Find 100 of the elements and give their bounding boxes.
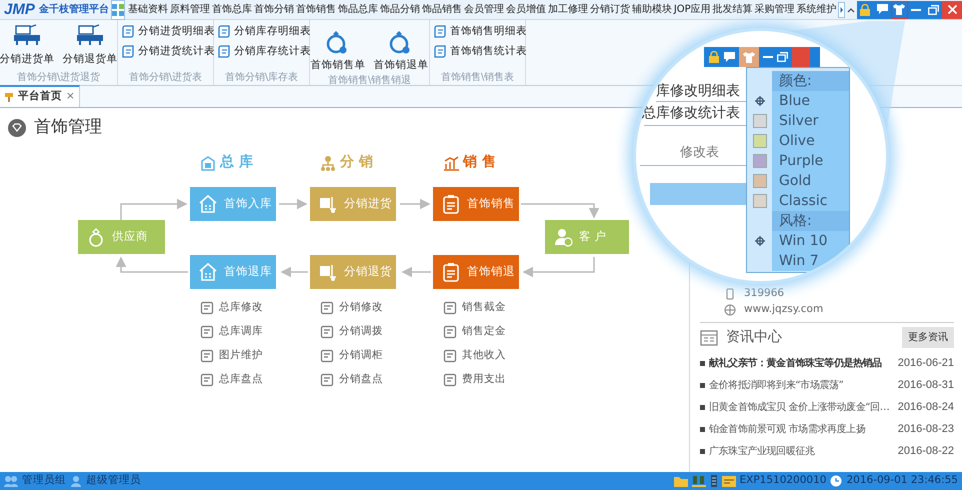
function-link[interactable]: 总库修改	[200, 300, 263, 316]
tab[interactable]: 平台首页 ×	[0, 85, 80, 107]
flow-node[interactable]: 首饰销售	[433, 187, 519, 221]
brand-name: 金千枝管理平台	[38, 2, 109, 17]
ribbon-button[interactable]: 分销库存统计表	[218, 44, 311, 60]
conveyor-icon	[76, 24, 104, 48]
shirt-icon	[743, 52, 755, 62]
menu-item[interactable]: 加工修理	[546, 0, 589, 20]
scroll-right-icon[interactable]	[838, 2, 845, 18]
function-link[interactable]: 费用支出	[443, 372, 506, 388]
chat-button[interactable]	[874, 0, 891, 18]
close-tab-button[interactable]: ×	[66, 89, 75, 105]
menu-item[interactable]: 分销订货	[588, 0, 631, 20]
menu-item[interactable]: 首饰总库	[210, 0, 253, 20]
group-label: 首饰销售\销售表	[440, 71, 516, 85]
lock-button[interactable]	[856, 0, 874, 18]
person-icon	[553, 227, 573, 247]
menu-item[interactable]: 饰品分销	[378, 0, 421, 20]
function-link[interactable]: 总库盘点	[200, 372, 263, 388]
news-link[interactable]: 金价将抵消即将到来“市场震荡”	[709, 378, 894, 392]
pin-icon	[4, 92, 14, 102]
menu-item[interactable]: 首饰销售	[294, 0, 337, 20]
menu-item[interactable]: 饰品销售	[420, 0, 463, 20]
document-icon	[443, 300, 457, 315]
menu-item[interactable]: JOP应用	[672, 0, 712, 20]
document-icon	[443, 348, 457, 363]
menu-item[interactable]: 辅助模块	[630, 0, 673, 20]
function-link[interactable]: 销售定金	[443, 324, 506, 340]
bullet-icon	[700, 382, 705, 388]
grid-icon	[112, 4, 124, 16]
clock-time: 2016-09-01 23:46:55	[846, 473, 958, 488]
function-link[interactable]: 分销调拨	[320, 324, 383, 340]
news-date: 2016-06-21	[898, 356, 954, 371]
news-date: 2016-08-22	[898, 444, 954, 459]
news-link[interactable]: 旧黄金首饰成宝贝 金价上涨带动废金“回…	[709, 400, 894, 414]
ribbon-button[interactable]: 分销进货明细表	[122, 24, 215, 40]
menu-item[interactable]: 系统维护	[796, 0, 838, 20]
restore-icon	[928, 4, 939, 14]
lock-icon	[859, 4, 872, 16]
close-button[interactable]	[942, 0, 962, 18]
contact-text: www.jqzsy.com	[744, 302, 824, 318]
shirt-button[interactable]	[890, 0, 908, 18]
menu-item[interactable]: 首饰分销	[252, 0, 295, 20]
ribbon-button[interactable]: 首饰销退单	[374, 24, 428, 74]
menu-item[interactable]: 基础资料	[126, 0, 169, 20]
menu-item[interactable]: 会员增值	[504, 0, 547, 20]
ribbon-button[interactable]: 首饰销售单	[310, 24, 366, 74]
ribbon-button[interactable]: 分销库存明细表	[218, 24, 311, 40]
app-grid-button[interactable]	[110, 0, 125, 20]
network-icon	[692, 475, 706, 487]
connector-arrow	[120, 198, 188, 220]
document-icon	[443, 372, 457, 387]
news-link[interactable]: 献礼父亲节：黄金首饰珠宝等仍是热销品	[709, 356, 894, 370]
restore-button[interactable]	[924, 0, 942, 18]
news-link[interactable]: 铂金首饰前景可观 市场需求再度上扬	[709, 422, 894, 436]
bullet-icon	[700, 448, 705, 454]
connector-arrow	[400, 198, 430, 210]
menu-item[interactable]: 批发结算	[712, 0, 754, 20]
function-link[interactable]: 分销调柜	[320, 348, 383, 364]
ring-icon	[86, 227, 106, 247]
user-group: 管理员组	[22, 473, 66, 489]
user-icon	[70, 475, 82, 487]
globe-icon	[724, 304, 736, 316]
function-link[interactable]: 销售截金	[443, 300, 506, 316]
report-icon	[122, 25, 134, 38]
ribbon-button[interactable]: 分销进货统计表	[122, 44, 215, 60]
news-heading: 资讯中心	[726, 328, 783, 347]
function-link[interactable]: 其他收入	[443, 348, 506, 364]
report-link[interactable]: 库修改明细表	[656, 81, 740, 102]
document-icon	[200, 348, 214, 363]
card-icon	[722, 476, 736, 486]
more-news-button[interactable]: 更多资讯	[902, 327, 954, 348]
news-link[interactable]: 广东珠宝产业现回暖征兆	[709, 444, 894, 458]
report-icon	[218, 25, 230, 38]
news-icon	[700, 330, 718, 346]
lock-icon	[708, 51, 720, 63]
connector-arrow	[402, 266, 431, 278]
function-link[interactable]: 总库调库	[200, 324, 263, 340]
restore-icon	[777, 52, 788, 62]
function-link[interactable]: 分销盘点	[320, 372, 383, 388]
menu-item[interactable]: 采购管理	[754, 0, 796, 20]
menu-item[interactable]: 原料管理	[168, 0, 211, 20]
phone-icon	[724, 288, 736, 300]
ribbon-button[interactable]: 首饰销售统计表	[434, 44, 527, 60]
function-link[interactable]: 分销修改	[320, 300, 383, 316]
minimize-button[interactable]	[908, 0, 925, 18]
ribbon-button[interactable]: 首饰销售明细表	[434, 24, 527, 40]
ribbon-button[interactable]: 分销退货单	[62, 24, 118, 71]
document-icon	[443, 324, 457, 339]
menu-item[interactable]: 会员管理	[462, 0, 505, 20]
connector-arrow	[280, 266, 308, 278]
chat-icon	[876, 4, 888, 15]
menu-item[interactable]: 饰品总库	[336, 0, 379, 20]
news-date: 2016-08-23	[898, 422, 954, 437]
shirt-button[interactable]	[739, 47, 759, 67]
minimize-icon	[911, 8, 922, 10]
function-link[interactable]: 图片维护	[200, 348, 263, 364]
flow-node[interactable]: 首饰销退	[433, 255, 519, 289]
report-link[interactable]: 总库修改统计表	[642, 103, 740, 124]
hand-truck-icon	[318, 194, 338, 214]
